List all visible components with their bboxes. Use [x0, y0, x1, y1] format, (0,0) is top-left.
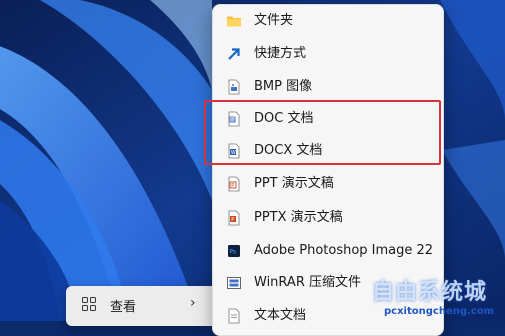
menu-item-label: 文本文档 — [254, 308, 307, 323]
menu-item-label: DOCX 文档 — [254, 143, 323, 158]
text-document-icon — [228, 308, 240, 324]
word-doc-icon: W — [228, 111, 240, 127]
menu-item-label: PPTX 演示文稿 — [254, 210, 343, 225]
menu-item-doc[interactable]: W DOC 文档 — [213, 103, 443, 135]
svg-text:Ps: Ps — [229, 249, 236, 256]
menu-item-label: BMP 图像 — [254, 79, 313, 94]
shortcut-icon — [228, 48, 240, 60]
photoshop-icon: Ps — [228, 245, 240, 257]
pptx-icon: P — [228, 210, 240, 226]
svg-text:W: W — [231, 150, 236, 156]
menu-item-ppt[interactable]: P PPT 演示文稿 — [213, 168, 443, 200]
menu-item-label: PPT 演示文稿 — [254, 176, 334, 191]
menu-item-folder[interactable]: 文件夹 — [213, 5, 443, 37]
menu-item-label: Adobe Photoshop Image 22 — [254, 243, 434, 258]
menu-item-label: 文件夹 — [254, 13, 294, 28]
menu-item-bmp[interactable]: BMP 图像 — [213, 71, 443, 103]
menu-item-label: WinRAR 压缩文件 — [254, 275, 361, 290]
winrar-icon — [227, 277, 241, 289]
ppt-icon: P — [228, 176, 240, 192]
menu-item-label: DOC 文档 — [254, 111, 314, 126]
menu-item-photoshop[interactable]: Ps Adobe Photoshop Image 22 — [213, 235, 443, 267]
menu-item-label: 快捷方式 — [254, 46, 307, 61]
folder-icon — [227, 16, 241, 27]
chevron-right-icon: › — [190, 295, 196, 311]
svg-text:P: P — [231, 183, 234, 189]
view-grid-icon — [82, 297, 96, 311]
view-menu-label: 查看 — [110, 300, 137, 315]
menu-item-pptx[interactable]: P PPTX 演示文稿 — [213, 202, 443, 234]
menu-item-shortcut[interactable]: 快捷方式 — [213, 38, 443, 70]
menu-item-docx[interactable]: W DOCX 文档 — [213, 135, 443, 167]
bmp-image-icon — [228, 79, 240, 95]
word-docx-icon: W — [228, 143, 240, 159]
menu-item-text-document[interactable]: 文本文档 — [213, 300, 443, 332]
menu-item-winrar[interactable]: WinRAR 压缩文件 — [213, 267, 443, 299]
new-item-submenu: 文件夹 快捷方式 BMP 图像 W DOC 文档 W DOCX 文档 P PPT… — [212, 4, 444, 336]
svg-text:W: W — [231, 117, 236, 123]
view-menu-item[interactable]: 查看 › — [66, 286, 212, 326]
svg-text:P: P — [231, 217, 234, 223]
